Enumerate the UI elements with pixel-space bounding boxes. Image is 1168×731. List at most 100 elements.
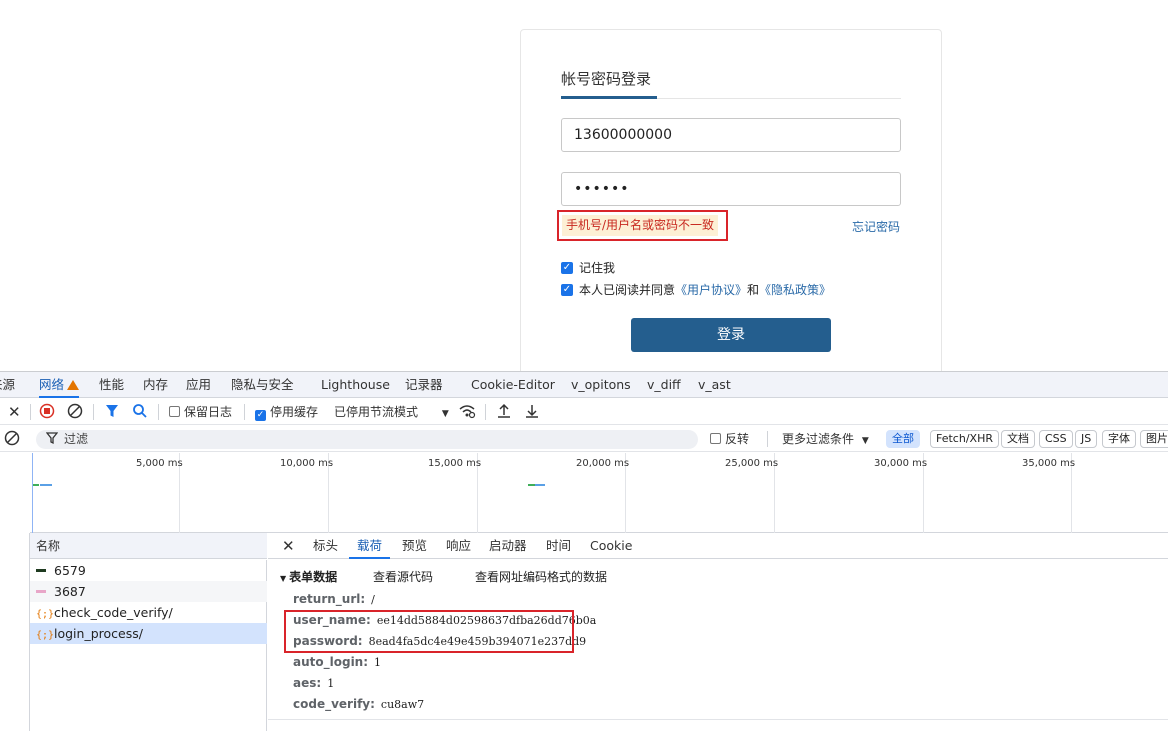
network-conditions-icon[interactable] bbox=[458, 403, 476, 421]
agreement-row[interactable]: ✓ 本人已阅读并同意 《用户协议》 和 《隐私政策》 bbox=[561, 281, 831, 298]
tab-memory[interactable]: 内存 bbox=[143, 372, 168, 398]
form-key: auto_login: bbox=[293, 655, 369, 669]
login-tab-title[interactable]: 帐号密码登录 bbox=[561, 68, 651, 89]
request-row-selected[interactable]: {;}login_process/ bbox=[30, 623, 267, 644]
type-filter-font[interactable]: 字体 bbox=[1102, 430, 1136, 448]
tab-performance[interactable]: 性能 bbox=[99, 372, 124, 398]
request-name: check_code_verify/ bbox=[54, 605, 173, 620]
timeline-tick: 25,000 ms bbox=[725, 458, 779, 469]
clear-icon[interactable] bbox=[67, 403, 83, 421]
form-key: aes: bbox=[293, 676, 322, 690]
import-har-icon[interactable] bbox=[496, 403, 512, 421]
disable-cache-toggle[interactable]: ✓ 停用缓存 bbox=[255, 403, 318, 421]
form-field-code-verify[interactable]: code_verify: cu8aw7 bbox=[293, 694, 424, 714]
invert-toggle[interactable]: 反转 bbox=[710, 430, 749, 448]
tab-cookies[interactable]: Cookie bbox=[590, 533, 632, 559]
form-field-auto-login[interactable]: auto_login: 1 bbox=[293, 652, 381, 672]
devtools-tabbar: 来源 网络 性能 内存 应用 隐私与安全 Lighthouse 记录器 Cook… bbox=[0, 372, 1168, 398]
type-filter-fetch-xhr[interactable]: Fetch/XHR bbox=[930, 430, 999, 448]
tab-network[interactable]: 网络 bbox=[39, 372, 80, 398]
network-overview-timeline[interactable]: 5,000 ms 10,000 ms 15,000 ms 20,000 ms 2… bbox=[30, 453, 1168, 533]
record-stop-icon[interactable] bbox=[39, 403, 55, 421]
view-url-encoded-button[interactable]: 查看网址编码格式的数据 bbox=[475, 568, 607, 585]
more-filters-label: 更多过滤条件 bbox=[782, 432, 855, 446]
form-data-title: 表单数据 bbox=[289, 570, 338, 584]
left-gutter bbox=[0, 533, 30, 731]
throttling-select[interactable]: 已停用节流模式 ▼ bbox=[334, 403, 449, 421]
request-row[interactable]: {;}check_code_verify/ bbox=[30, 602, 267, 623]
form-field-aes[interactable]: aes: 1 bbox=[293, 673, 334, 693]
filter-input[interactable]: 过滤 bbox=[36, 430, 698, 449]
close-icon[interactable]: ✕ bbox=[8, 403, 21, 421]
divider bbox=[93, 404, 94, 420]
checkbox-checked-icon[interactable]: ✓ bbox=[561, 261, 573, 274]
request-name: 6579 bbox=[54, 563, 86, 578]
tab-v-ast[interactable]: v_ast bbox=[698, 372, 731, 398]
type-filter-js[interactable]: JS bbox=[1075, 430, 1098, 448]
form-key: code_verify: bbox=[293, 697, 375, 711]
tab-timing[interactable]: 时间 bbox=[546, 533, 571, 559]
divider bbox=[158, 404, 159, 420]
tab-sources[interactable]: 来源 bbox=[0, 372, 15, 398]
form-field-return-url[interactable]: return_url: / bbox=[293, 589, 375, 609]
timeline-tick: 15,000 ms bbox=[428, 458, 482, 469]
checkbox-unchecked-icon[interactable] bbox=[710, 433, 721, 444]
preserve-log-toggle[interactable]: 保留日志 bbox=[169, 403, 232, 421]
tab-preview[interactable]: 预览 bbox=[402, 533, 427, 559]
error-message: 手机号/用户名或密码不一致 bbox=[562, 215, 719, 236]
login-button[interactable]: 登录 bbox=[631, 318, 831, 352]
type-filter-doc[interactable]: 文档 bbox=[1001, 430, 1035, 448]
timeline-request-bar bbox=[535, 484, 545, 486]
dropdown-arrow-icon: ▼ bbox=[441, 409, 449, 419]
view-source-button[interactable]: 查看源代码 bbox=[373, 568, 433, 585]
user-protocol-link[interactable]: 《用户协议》 bbox=[675, 281, 747, 298]
remember-me-row[interactable]: ✓ 记住我 bbox=[561, 259, 615, 276]
timeline-request-bar bbox=[528, 484, 535, 486]
tab-network-label: 网络 bbox=[39, 377, 65, 392]
tab-recorder[interactable]: 记录器 bbox=[405, 372, 443, 398]
block-requests-icon[interactable] bbox=[4, 430, 20, 448]
type-filter-all[interactable]: 全部 bbox=[886, 430, 920, 448]
tab-active-underline bbox=[561, 96, 657, 99]
tab-payload[interactable]: 载荷 bbox=[349, 533, 391, 559]
checkbox-checked-icon[interactable]: ✓ bbox=[561, 283, 573, 296]
privacy-policy-link[interactable]: 《隐私政策》 bbox=[759, 281, 831, 298]
disable-cache-label: 停用缓存 bbox=[270, 405, 319, 419]
tab-initiator[interactable]: 启动器 bbox=[489, 533, 527, 559]
forgot-password-link[interactable]: 忘记密码 bbox=[852, 218, 900, 235]
filter-icon[interactable] bbox=[105, 403, 119, 421]
checkbox-unchecked-icon[interactable] bbox=[169, 406, 180, 417]
divider bbox=[485, 404, 486, 420]
close-detail-icon[interactable]: ✕ bbox=[282, 533, 295, 559]
login-card: 帐号密码登录 13600000000 •••••• 手机号/用户名或密码不一致 … bbox=[520, 29, 942, 371]
tab-headers[interactable]: 标头 bbox=[313, 533, 338, 559]
request-list: 6579 3687 {;}check_code_verify/ {;}login… bbox=[30, 560, 267, 731]
more-filters-dropdown[interactable]: 更多过滤条件 ▼ bbox=[782, 430, 869, 448]
timeline-tick: 30,000 ms bbox=[874, 458, 928, 469]
phone-input[interactable]: 13600000000 bbox=[561, 118, 901, 152]
timeline-request-bar bbox=[33, 484, 39, 486]
name-column-header[interactable]: 名称 bbox=[30, 533, 267, 559]
timeline-tick: 10,000 ms bbox=[280, 458, 334, 469]
password-input[interactable]: •••••• bbox=[561, 172, 901, 206]
tab-lighthouse[interactable]: Lighthouse bbox=[321, 372, 390, 398]
tab-v-diff[interactable]: v_diff bbox=[647, 372, 681, 398]
tab-cookie-editor[interactable]: Cookie-Editor bbox=[471, 372, 555, 398]
form-key: return_url: bbox=[293, 592, 366, 606]
request-row[interactable]: 6579 bbox=[30, 560, 267, 581]
type-filter-css[interactable]: CSS bbox=[1039, 430, 1073, 448]
checkbox-checked-icon[interactable]: ✓ bbox=[255, 410, 266, 421]
request-name: 3687 bbox=[54, 584, 86, 599]
request-row[interactable]: 3687 bbox=[30, 581, 267, 602]
tab-v-opitons[interactable]: v_opitons bbox=[571, 372, 631, 398]
request-name: login_process/ bbox=[54, 626, 143, 641]
type-filter-img[interactable]: 图片 bbox=[1140, 430, 1168, 448]
tab-privacy-security[interactable]: 隐私与安全 bbox=[231, 372, 294, 398]
export-har-icon[interactable] bbox=[524, 403, 540, 421]
tab-application[interactable]: 应用 bbox=[186, 372, 211, 398]
filter-funnel-icon bbox=[45, 431, 59, 449]
search-icon[interactable] bbox=[132, 403, 148, 421]
form-data-section-toggle[interactable]: ▼ 表单数据 bbox=[280, 568, 337, 585]
dropdown-arrow-icon: ▼ bbox=[861, 436, 869, 446]
tab-response[interactable]: 响应 bbox=[446, 533, 471, 559]
